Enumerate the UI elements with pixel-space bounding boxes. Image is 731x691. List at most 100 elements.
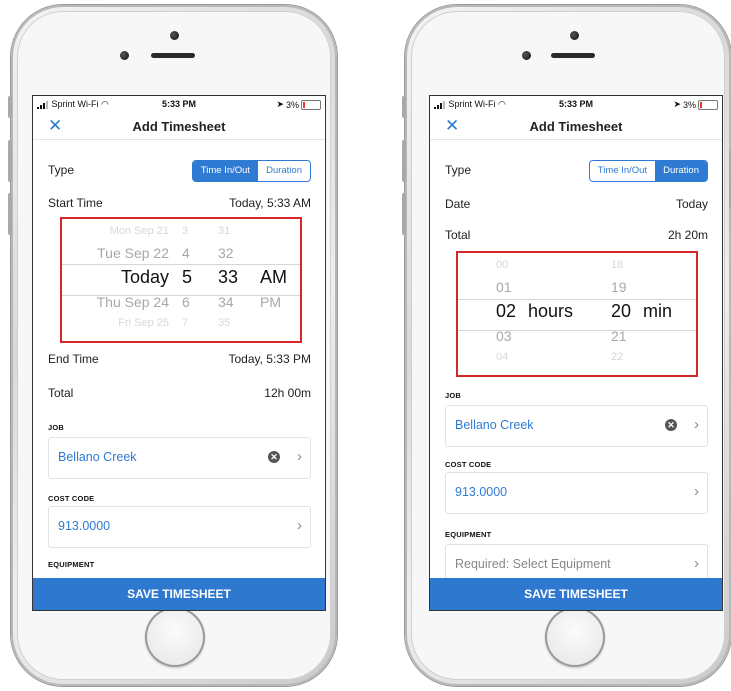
job-value: Bellano Creek xyxy=(455,418,534,432)
segment-time-in-out[interactable]: Time In/Out xyxy=(192,161,259,181)
cost-code-header: COST CODE xyxy=(445,460,492,469)
cost-code-value: 913.0000 xyxy=(58,519,111,533)
picker-cell[interactable]: 34 xyxy=(218,294,234,310)
location-icon: ➤ xyxy=(276,99,284,109)
end-time-row[interactable]: End Time Today, 5:33 PM xyxy=(48,349,311,369)
type-segmented-control: Time In/Out Duration xyxy=(191,160,311,182)
picker-cell[interactable]: 6 xyxy=(182,294,190,310)
location-icon: ➤ xyxy=(673,99,681,109)
segment-time-in-out[interactable]: Time In/Out xyxy=(589,161,656,181)
cost-code-field[interactable]: 913.0000 › xyxy=(445,472,708,514)
front-camera-icon xyxy=(570,31,579,40)
picker-cell[interactable]: 7 xyxy=(182,317,188,329)
picker-cell[interactable]: 33 xyxy=(218,267,238,288)
picker-cell[interactable]: AM xyxy=(260,267,287,288)
proximity-sensor-icon xyxy=(120,51,129,60)
picker-cell[interactable]: 32 xyxy=(218,245,234,261)
screen-left: Sprint Wi-Fi ◠ 5:33 PM ➤ 3% ✕ Add Timesh… xyxy=(33,96,325,610)
screen-right: Sprint Wi-Fi ◠ 5:33 PM ➤ 3% ✕ Add Timesh… xyxy=(430,96,722,610)
picker-cell[interactable]: Tue Sep 22 xyxy=(97,245,169,261)
battery-icon xyxy=(301,99,321,110)
picker-cell[interactable]: 01 xyxy=(496,279,512,295)
date-value: Today xyxy=(675,197,708,211)
chevron-right-icon: › xyxy=(297,517,302,534)
picker-cell[interactable]: 18 xyxy=(611,259,623,271)
total-label: Total xyxy=(445,228,471,242)
job-field[interactable]: Bellano Creek ✕ › xyxy=(48,437,311,479)
type-segmented-control: Time In/Out Duration xyxy=(588,160,708,182)
start-time-row[interactable]: Start Time Today, 5:33 AM xyxy=(48,193,311,213)
volume-down-left xyxy=(8,193,12,235)
battery-percent: 3% xyxy=(285,99,299,110)
mute-switch-right xyxy=(402,96,406,118)
equipment-header: EQUIPMENT xyxy=(445,530,492,539)
segment-duration[interactable]: Duration xyxy=(655,161,707,181)
status-bar: Sprint Wi-Fi ◠ 5:33 PM ➤ 3% xyxy=(430,96,722,112)
job-value: Bellano Creek xyxy=(58,450,137,464)
earpiece-speaker xyxy=(551,53,595,58)
picker-cell[interactable]: 03 xyxy=(496,328,512,344)
picker-cell[interactable]: Fri Sep 25 xyxy=(118,317,169,329)
home-button[interactable] xyxy=(545,607,605,667)
chevron-right-icon: › xyxy=(694,416,699,433)
front-camera-icon xyxy=(170,31,179,40)
type-row: Type Time In/Out Duration xyxy=(48,160,311,182)
chevron-right-icon: › xyxy=(694,483,699,500)
duration-picker[interactable]: 00 18 01 19 02 hours 20 min 03 21 04 22 xyxy=(456,251,698,377)
picker-cell[interactable]: PM xyxy=(260,294,281,310)
picker-cell[interactable]: 19 xyxy=(611,279,627,295)
cost-code-header: COST CODE xyxy=(48,494,95,503)
end-time-label: End Time xyxy=(48,352,99,366)
total-label: Total xyxy=(48,386,74,400)
clear-icon[interactable]: ✕ xyxy=(665,419,677,431)
picker-cell[interactable]: Thu Sep 24 xyxy=(97,294,169,310)
picker-cell[interactable]: 02 xyxy=(496,301,516,322)
start-time-picker[interactable]: Mon Sep 21 3 31 Tue Sep 22 4 32 Today 5 33 AM Thu … xyxy=(60,217,302,343)
volume-down-right xyxy=(402,193,406,235)
start-time-label: Start Time xyxy=(48,196,103,210)
picker-cell[interactable]: 31 xyxy=(218,225,230,237)
type-row: Type Time In/Out Duration xyxy=(445,160,708,182)
battery-icon xyxy=(698,99,718,110)
type-label: Type xyxy=(48,163,75,177)
cost-code-value: 913.0000 xyxy=(455,485,508,499)
picker-cell[interactable]: Today xyxy=(121,267,169,288)
page-title: Add Timesheet xyxy=(529,119,623,134)
picker-cell[interactable]: 04 xyxy=(496,351,508,363)
proximity-sensor-icon xyxy=(522,51,531,60)
type-label: Type xyxy=(445,163,472,177)
save-timesheet-button[interactable]: SAVE TIMESHEET xyxy=(33,578,325,610)
picker-cell[interactable]: 20 xyxy=(611,301,631,322)
total-row: Total 12h 00m xyxy=(48,383,311,403)
picker-cell[interactable]: 35 xyxy=(218,317,230,329)
battery-percent: 3% xyxy=(682,99,696,110)
total-value: 2h 20m xyxy=(667,228,708,242)
volume-up-left xyxy=(8,140,12,182)
date-label: Date xyxy=(445,197,471,211)
picker-cell[interactable]: 5 xyxy=(182,267,192,288)
date-row[interactable]: Date Today xyxy=(445,194,708,214)
chevron-right-icon: › xyxy=(694,555,699,572)
picker-cell[interactable]: min xyxy=(643,301,672,322)
mute-switch-left xyxy=(8,96,12,118)
cost-code-field[interactable]: 913.0000 › xyxy=(48,506,311,548)
job-field[interactable]: Bellano Creek ✕ › xyxy=(445,405,708,447)
job-header: JOB xyxy=(48,423,65,432)
page-title: Add Timesheet xyxy=(132,119,226,134)
save-timesheet-button[interactable]: SAVE TIMESHEET xyxy=(430,578,722,610)
home-button[interactable] xyxy=(145,607,205,667)
picker-cell[interactable]: 3 xyxy=(182,225,188,237)
equipment-placeholder: Required: Select Equipment xyxy=(455,557,611,571)
clear-icon[interactable]: ✕ xyxy=(268,451,280,463)
status-bar: Sprint Wi-Fi ◠ 5:33 PM ➤ 3% xyxy=(33,96,325,112)
picker-cell[interactable]: 21 xyxy=(611,328,627,344)
picker-cell[interactable]: 4 xyxy=(182,245,190,261)
volume-up-right xyxy=(402,140,406,182)
picker-cell[interactable]: hours xyxy=(528,301,573,322)
picker-cell[interactable]: 00 xyxy=(496,259,508,271)
chevron-right-icon: › xyxy=(297,448,302,465)
end-time-value: Today, 5:33 PM xyxy=(228,352,312,366)
picker-cell[interactable]: 22 xyxy=(611,351,623,363)
picker-cell[interactable]: Mon Sep 21 xyxy=(110,225,169,237)
segment-duration[interactable]: Duration xyxy=(258,161,310,181)
